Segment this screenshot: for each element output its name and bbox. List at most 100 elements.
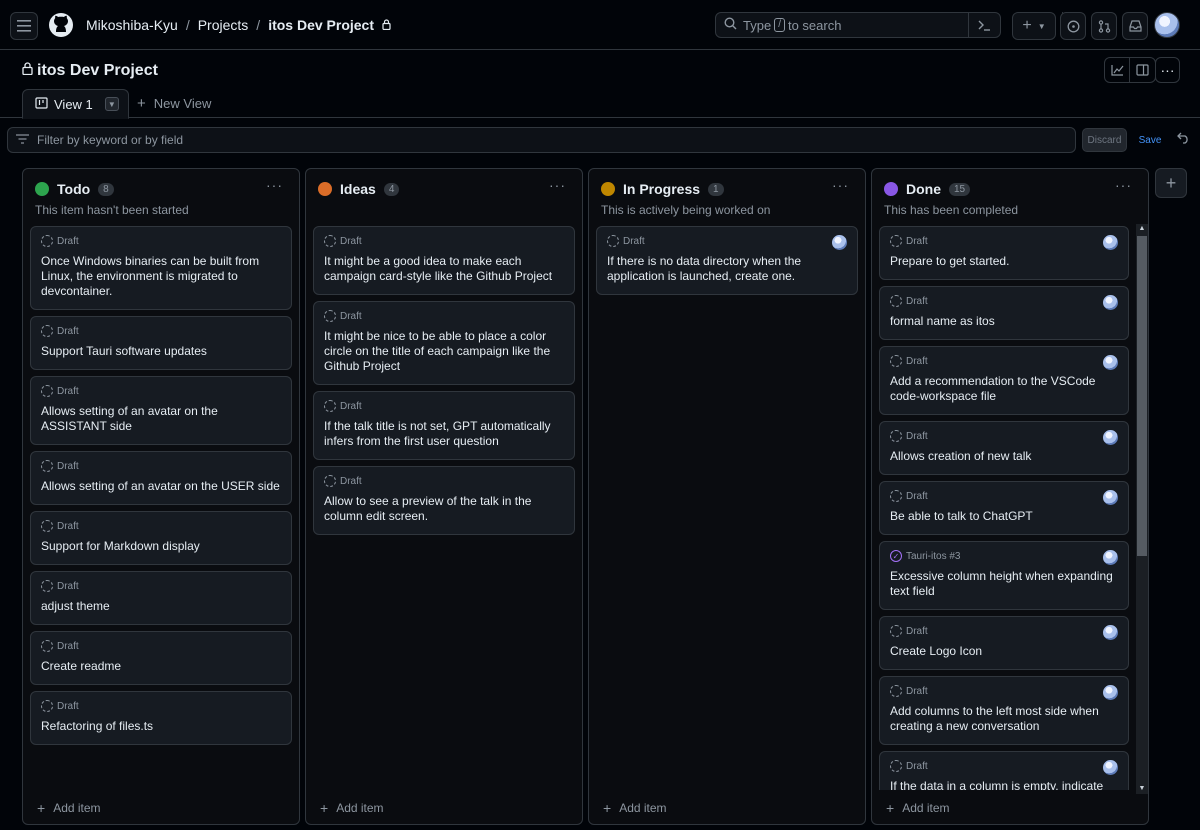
- more-options-icon[interactable]: ···: [1155, 57, 1180, 83]
- card-title[interactable]: Excessive column height when expanding t…: [890, 569, 1118, 599]
- column-title: Done: [906, 181, 941, 197]
- card[interactable]: Draft Add columns to the left most side …: [879, 676, 1129, 745]
- scroll-down-icon[interactable]: ▼: [1136, 784, 1148, 794]
- assignee-avatar[interactable]: [1103, 550, 1118, 565]
- card[interactable]: Draft If the data in a column is empty, …: [879, 751, 1129, 790]
- inbox-icon[interactable]: [1122, 12, 1148, 40]
- card-title[interactable]: Allows creation of new talk: [890, 449, 1118, 464]
- add-item-button[interactable]: + Add item: [37, 800, 101, 816]
- card[interactable]: Draft Create Logo Icon: [879, 616, 1129, 670]
- command-palette-icon[interactable]: [968, 12, 1000, 38]
- card-title[interactable]: Be able to talk to ChatGPT: [890, 509, 1118, 524]
- assignee-avatar[interactable]: [1103, 235, 1118, 250]
- card-title[interactable]: Add columns to the left most side when c…: [890, 704, 1118, 734]
- card[interactable]: Draft Allows creation of new talk: [879, 421, 1129, 475]
- card-title[interactable]: Create Logo Icon: [890, 644, 1118, 659]
- card[interactable]: Draft Create readme: [30, 631, 292, 685]
- search-input[interactable]: Type / to search: [715, 12, 1001, 38]
- save-button[interactable]: Save: [1133, 128, 1167, 152]
- scroll-up-icon[interactable]: ▲: [1136, 224, 1148, 234]
- card-title[interactable]: Create readme: [41, 659, 281, 674]
- column-more-icon[interactable]: ···: [832, 177, 849, 193]
- view-options-chevron-icon[interactable]: ▼: [104, 97, 119, 111]
- user-avatar[interactable]: [1154, 12, 1180, 38]
- card-title[interactable]: It might be a good idea to make each cam…: [324, 254, 564, 284]
- card-title[interactable]: Refactoring of files.ts: [41, 719, 281, 734]
- assignee-avatar[interactable]: [1103, 685, 1118, 700]
- card-title[interactable]: Allows setting of an avatar on the ASSIS…: [41, 404, 281, 434]
- card-meta: ✓ Tauri-itos #3: [890, 550, 1118, 562]
- card[interactable]: Draft Allow to see a preview of the talk…: [313, 466, 575, 535]
- card-title[interactable]: Once Windows binaries can be built from …: [41, 254, 281, 299]
- lock-icon: [382, 17, 391, 33]
- breadcrumb-project[interactable]: itos Dev Project: [268, 17, 374, 33]
- card[interactable]: Draft It might be nice to be able to pla…: [313, 301, 575, 385]
- card-title[interactable]: Allow to see a preview of the talk in th…: [324, 494, 564, 524]
- card[interactable]: Draft If there is no data directory when…: [596, 226, 858, 295]
- column-more-icon[interactable]: ···: [549, 177, 566, 193]
- card-title[interactable]: If the talk title is not set, GPT automa…: [324, 419, 564, 449]
- pull-requests-icon[interactable]: [1091, 12, 1117, 40]
- card[interactable]: Draft Support for Markdown display: [30, 511, 292, 565]
- card[interactable]: Draft Once Windows binaries can be built…: [30, 226, 292, 310]
- insights-chart-icon[interactable]: [1105, 58, 1130, 82]
- card-label: Draft: [57, 580, 79, 592]
- draft-icon: [41, 325, 53, 337]
- card-title[interactable]: formal name as itos: [890, 314, 1118, 329]
- card[interactable]: Draft Add a recommendation to the VSCode…: [879, 346, 1129, 415]
- assignee-avatar[interactable]: [1103, 490, 1118, 505]
- card[interactable]: Draft Allows setting of an avatar on the…: [30, 376, 292, 445]
- assignee-avatar[interactable]: [1103, 760, 1118, 775]
- card-label: Draft: [906, 235, 928, 247]
- add-item-button[interactable]: + Add item: [886, 800, 950, 816]
- card[interactable]: ✓ Tauri-itos #3 Excessive column height …: [879, 541, 1129, 610]
- github-logo-icon[interactable]: [48, 12, 74, 38]
- card-title[interactable]: Add a recommendation to the VSCode code-…: [890, 374, 1118, 404]
- breadcrumb-projects[interactable]: Projects: [198, 17, 249, 33]
- issues-icon[interactable]: [1060, 12, 1086, 40]
- card-meta: Draft: [41, 520, 281, 532]
- add-item-button[interactable]: + Add item: [603, 800, 667, 816]
- assignee-avatar[interactable]: [1103, 355, 1118, 370]
- card[interactable]: Draft Be able to talk to ChatGPT: [879, 481, 1129, 535]
- assignee-avatar[interactable]: [1103, 430, 1118, 445]
- card-label: Draft: [340, 235, 362, 247]
- column-more-icon[interactable]: ···: [1115, 177, 1132, 193]
- card-meta: Draft: [890, 625, 1118, 637]
- add-item-button[interactable]: + Add item: [320, 800, 384, 816]
- card[interactable]: Draft Refactoring of files.ts: [30, 691, 292, 745]
- card-title[interactable]: Support Tauri software updates: [41, 344, 281, 359]
- assignee-avatar[interactable]: [832, 235, 847, 250]
- assignee-avatar[interactable]: [1103, 625, 1118, 640]
- card-meta: Draft: [890, 295, 1118, 307]
- add-column-button[interactable]: +: [1155, 168, 1187, 198]
- card-title[interactable]: adjust theme: [41, 599, 281, 614]
- new-view-button[interactable]: + New View: [137, 95, 211, 112]
- create-new-button[interactable]: + ▼: [1012, 12, 1056, 40]
- tab-view-1[interactable]: View 1 ▼: [22, 89, 129, 119]
- filter-input[interactable]: Filter by keyword or by field: [7, 127, 1076, 153]
- undo-icon[interactable]: [1177, 131, 1190, 147]
- card-list: Draft It might be a good idea to make ea…: [313, 226, 575, 790]
- assignee-avatar[interactable]: [1103, 295, 1118, 310]
- card-title[interactable]: It might be nice to be able to place a c…: [324, 329, 564, 374]
- scrollbar[interactable]: ▲ ▼: [1136, 224, 1148, 794]
- breadcrumb-owner[interactable]: Mikoshiba-Kyu: [86, 17, 178, 33]
- side-panel-icon[interactable]: [1130, 58, 1155, 82]
- card[interactable]: Draft Allows setting of an avatar on the…: [30, 451, 292, 505]
- card[interactable]: Draft adjust theme: [30, 571, 292, 625]
- card[interactable]: Draft Support Tauri software updates: [30, 316, 292, 370]
- card[interactable]: Draft Prepare to get started.: [879, 226, 1129, 280]
- menu-icon[interactable]: [10, 12, 38, 40]
- card-title[interactable]: If the data in a column is empty, indica…: [890, 779, 1118, 790]
- card-title[interactable]: Support for Markdown display: [41, 539, 281, 554]
- card[interactable]: Draft formal name as itos: [879, 286, 1129, 340]
- column-more-icon[interactable]: ···: [266, 177, 283, 193]
- discard-button[interactable]: Discard: [1082, 128, 1127, 152]
- card[interactable]: Draft It might be a good idea to make ea…: [313, 226, 575, 295]
- scroll-thumb[interactable]: [1137, 236, 1147, 556]
- card[interactable]: Draft If the talk title is not set, GPT …: [313, 391, 575, 460]
- card-title[interactable]: Prepare to get started.: [890, 254, 1118, 269]
- card-title[interactable]: Allows setting of an avatar on the USER …: [41, 479, 281, 494]
- card-title[interactable]: If there is no data directory when the a…: [607, 254, 847, 284]
